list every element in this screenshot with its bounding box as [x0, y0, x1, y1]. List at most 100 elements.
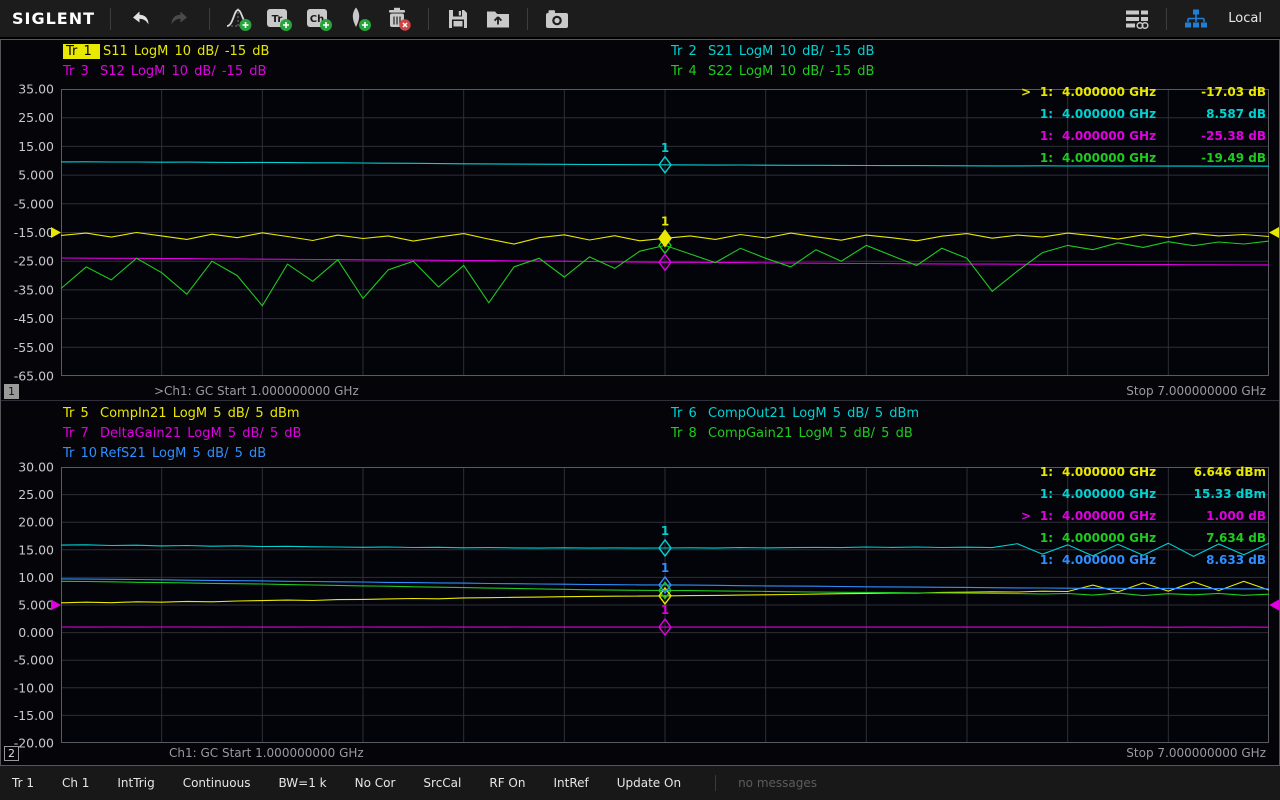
add-channel-button[interactable]: Ch: [303, 4, 335, 34]
delete-button[interactable]: [383, 4, 415, 34]
trace-label-tr8[interactable]: Tr 8CompGain21 LogM 5 dB/ 5 dB: [671, 426, 913, 441]
undo-icon: [129, 9, 151, 29]
save-button[interactable]: [442, 4, 474, 34]
trace-id[interactable]: Tr 4: [671, 64, 708, 79]
local-button[interactable]: Local: [1228, 11, 1262, 26]
trace-id[interactable]: Tr 10: [63, 446, 100, 461]
screenshot-button[interactable]: [541, 4, 573, 34]
y-axis-tick: -5.000: [14, 653, 54, 668]
add-measurement-button[interactable]: [223, 4, 255, 34]
y-axis-tick: 10.00: [18, 570, 54, 585]
reference-level-arrow-left[interactable]: [51, 600, 61, 611]
siglent-logo: SIGLENT: [12, 9, 95, 28]
statusbar-item-continuous[interactable]: Continuous: [183, 776, 251, 790]
marker-readout-row: 1:4.000000 GHz-19.49 dB: [996, 147, 1266, 169]
trace-format: CompGain21 LogM 5 dB/ 5 dB: [708, 426, 913, 441]
reference-level-arrow-left[interactable]: [51, 227, 61, 238]
status-bar: Tr 1 Ch 1 IntTrig Continuous BW=1 k No Cor Src…: [0, 766, 1280, 800]
channel-2-sweep-stop: Stop 7.000000000 GHz: [1126, 746, 1266, 760]
trace-label-tr4[interactable]: Tr 4S22 LogM 10 dB/ -15 dB: [671, 64, 874, 79]
trace-label-tr5[interactable]: Tr 5CompIn21 LogM 5 dB/ 5 dBm: [63, 406, 300, 421]
mk-val: 15.33 dBm: [1174, 487, 1266, 501]
mk-freq: 4.000000 GHz: [1062, 85, 1174, 99]
statusbar-item-rf-on[interactable]: RF On: [489, 776, 525, 790]
network-button[interactable]: [1180, 4, 1212, 34]
mk-num: 1:: [1031, 465, 1053, 479]
marker-readout-row: 1:4.000000 GHz7.634 dB: [996, 527, 1266, 549]
y-axis-tick: -15.00: [14, 225, 54, 240]
mk-freq: 4.000000 GHz: [1062, 509, 1174, 523]
marker-readout-row: 1:4.000000 GHz-25.38 dB: [996, 125, 1266, 147]
redo-icon: [169, 9, 191, 29]
trace-id[interactable]: Tr 2: [671, 44, 708, 59]
marker-number: 1: [661, 214, 669, 228]
y-axis-tick: -55.00: [14, 340, 54, 355]
trace-label-tr10[interactable]: Tr 10RefS21 LogM 5 dB/ 5 dB: [63, 446, 266, 461]
y-axis-tick: 20.00: [18, 515, 54, 530]
statusbar-item-update-on[interactable]: Update On: [617, 776, 681, 790]
trace-id[interactable]: Tr 1: [63, 44, 100, 59]
channel-2-number-box[interactable]: 2: [4, 746, 19, 761]
trace-id[interactable]: Tr 8: [671, 426, 708, 441]
statusbar-item-tr-1[interactable]: Tr 1: [12, 776, 34, 790]
statusbar-item-inttrig[interactable]: IntTrig: [117, 776, 154, 790]
marker-readout-row: 1:4.000000 GHz15.33 dBm: [996, 483, 1266, 505]
statusbar-item-intref[interactable]: IntRef: [553, 776, 588, 790]
statusbar-item-ch-1[interactable]: Ch 1: [62, 776, 89, 790]
y-axis-tick: 25.00: [18, 487, 54, 502]
mk-num: 1:: [1031, 487, 1053, 501]
y-axis-tick: 5.000: [18, 598, 54, 613]
network-lan-icon: [1184, 8, 1208, 30]
mk-val: -19.49 dB: [1174, 151, 1266, 165]
trace-label-tr3[interactable]: Tr 3S12 LogM 10 dB/ -15 dB: [63, 64, 266, 79]
marker-readout-row: >1:4.000000 GHz-17.03 dB: [996, 81, 1266, 103]
y-axis-tick: -15.00: [14, 708, 54, 723]
mk-num: 1:: [1031, 107, 1053, 121]
marker-number: 1: [661, 603, 669, 617]
open-folder-icon: [485, 8, 511, 30]
channel-1-sweep-stop: Stop 7.000000000 GHz: [1126, 384, 1266, 398]
marker-readout-row: 1: 4.000000 GHz6.646 dBm: [996, 461, 1266, 483]
trace-id[interactable]: Tr 3: [63, 64, 100, 79]
marker-readout-row: 1:4.000000 GHz8.633 dB: [996, 549, 1266, 571]
mk-num: 1:: [1031, 151, 1053, 165]
add-trace-button[interactable]: Tr: [263, 4, 295, 34]
mk-val: 7.634 dB: [1174, 531, 1266, 545]
statusbar-item-no-cor[interactable]: No Cor: [355, 776, 396, 790]
trace-label-tr2[interactable]: Tr 2S21 LogM 10 dB/ -15 dB: [671, 44, 874, 59]
reference-level-arrow-right[interactable]: [1269, 227, 1279, 238]
mk-freq: 4.000000 GHz: [1062, 129, 1174, 143]
marker-number: 1: [661, 561, 669, 575]
marker-number: 1: [661, 141, 669, 155]
mk-val: -17.03 dB: [1174, 85, 1266, 99]
trace-label-tr6[interactable]: Tr 6CompOut21 LogM 5 dB/ 5 dBm: [671, 406, 919, 421]
channel-1-window[interactable]: Tr 1S11 LogM 10 dB/ -15 dB Tr 3S12 LogM 1…: [1, 40, 1279, 401]
trace-format: CompIn21 LogM 5 dB/ 5 dBm: [100, 406, 300, 421]
mk-freq: 4.000000 GHz: [1062, 553, 1174, 567]
y-axis-tick: 35.00: [18, 82, 54, 97]
trace-format: CompOut21 LogM 5 dB/ 5 dBm: [708, 406, 919, 421]
toolbar-divider: [110, 8, 111, 30]
statusbar-item-srccal[interactable]: SrcCal: [423, 776, 461, 790]
status-bar-divider: [715, 775, 716, 791]
trace-label-tr7[interactable]: Tr 7DeltaGain21 LogM 5 dB/ 5 dB: [63, 426, 301, 441]
trace-id[interactable]: Tr 5: [63, 406, 100, 421]
reference-level-arrow-right[interactable]: [1269, 600, 1279, 611]
y-axis-tick: 30.00: [18, 460, 54, 475]
open-recall-button[interactable]: [482, 4, 514, 34]
channel-1-marker-readouts: >1:4.000000 GHz-17.03 dB1:4.000000 GHz8.…: [996, 81, 1266, 169]
trace-label-tr1[interactable]: Tr 1S11 LogM 10 dB/ -15 dB: [63, 44, 269, 59]
mk-val: 6.646 dBm: [1174, 465, 1266, 479]
system-list-icon: [1124, 8, 1150, 30]
trace-id[interactable]: Tr 7: [63, 426, 100, 441]
undo-button[interactable]: [124, 4, 156, 34]
mk-pre: >: [1017, 85, 1031, 99]
channel-1-number-box[interactable]: 1: [4, 384, 19, 399]
system-setup-button[interactable]: [1121, 4, 1153, 34]
redo-button[interactable]: [164, 4, 196, 34]
channel-2-window[interactable]: Tr 5CompIn21 LogM 5 dB/ 5 dBm Tr 7DeltaGa…: [1, 401, 1279, 765]
add-marker-button[interactable]: [343, 4, 375, 34]
trace-id[interactable]: Tr 6: [671, 406, 708, 421]
statusbar-item-bw-1-k[interactable]: BW=1 k: [278, 776, 326, 790]
mk-freq: 4.000000 GHz: [1062, 465, 1174, 479]
